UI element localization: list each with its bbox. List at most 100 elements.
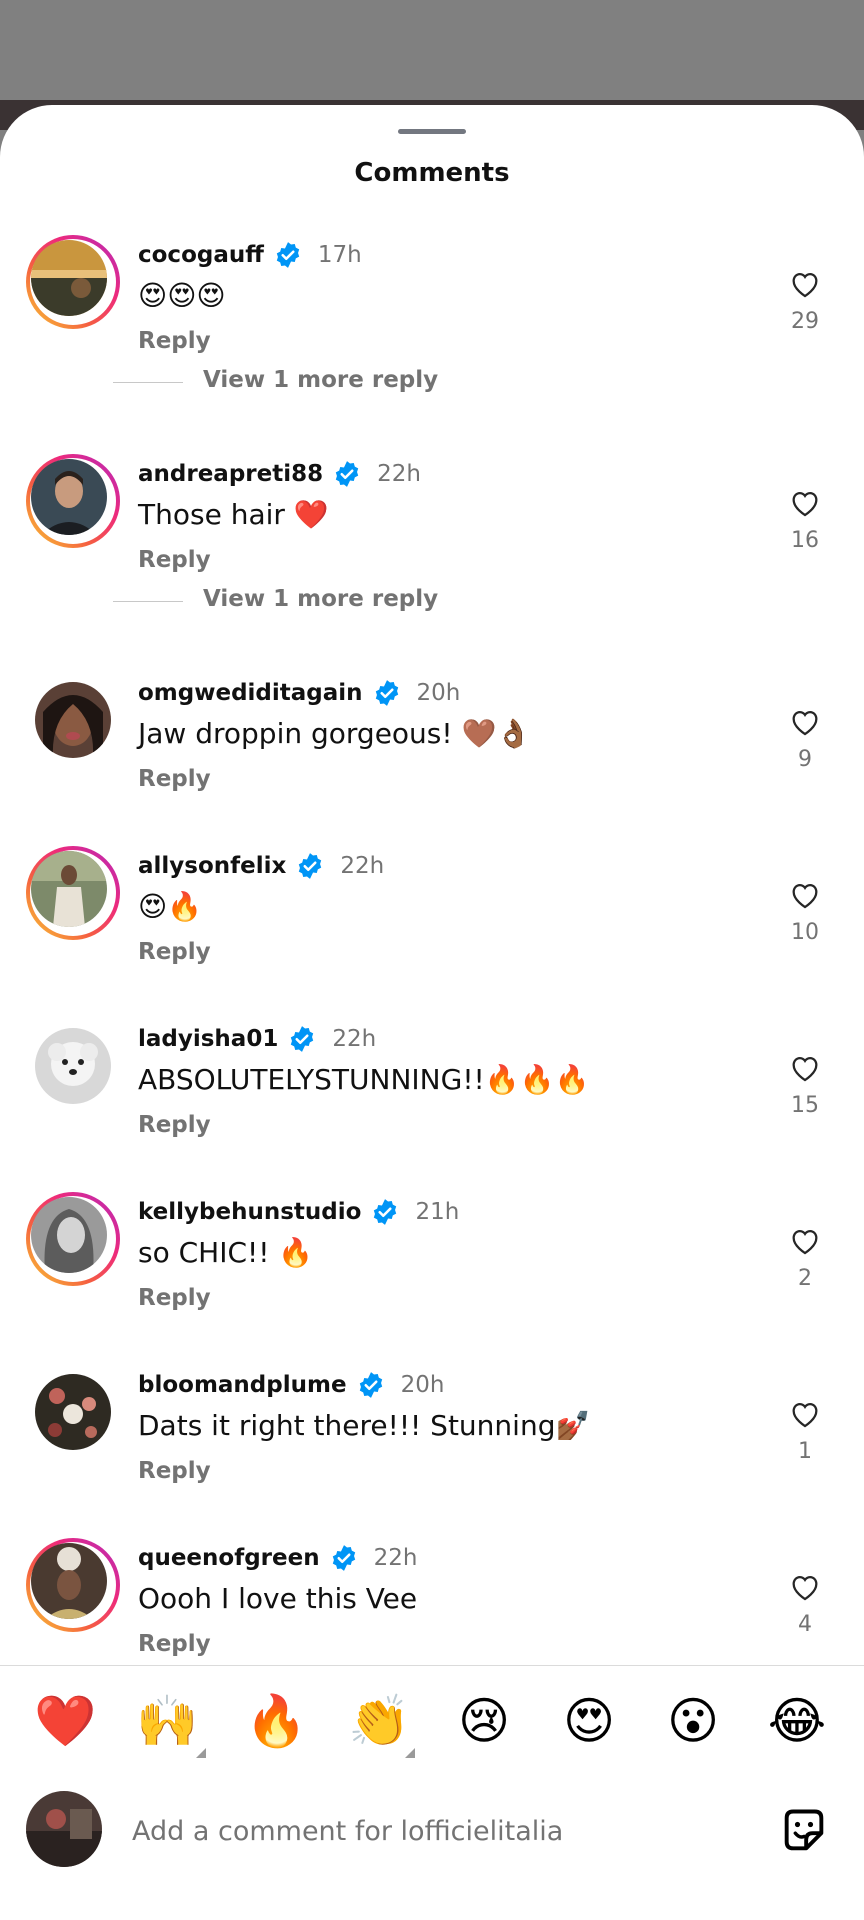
comment-timestamp: 20h — [416, 680, 461, 706]
verified-badge-icon — [332, 1545, 355, 1571]
sticker-icon[interactable] — [778, 1805, 830, 1857]
comment-username[interactable]: allysonfelix — [138, 853, 286, 879]
view-more-label[interactable]: View 1 more reply — [203, 586, 438, 612]
like-count: 1 — [798, 1439, 812, 1464]
reaction-crying-face[interactable]: 😢 — [453, 1690, 515, 1752]
comment-timestamp: 17h — [317, 242, 362, 268]
like-count: 29 — [791, 309, 819, 334]
reply-button[interactable]: Reply — [138, 1631, 211, 1657]
like-button[interactable]: 2 — [783, 1224, 827, 1304]
reaction-fire[interactable]: 🔥 — [245, 1690, 307, 1752]
comment-item: cocogauff 17h 😍😍😍 Reply 29 — [0, 235, 864, 385]
like-count: 16 — [791, 528, 819, 553]
comment-username[interactable]: bloomandplume — [138, 1372, 347, 1398]
comment-text: 😍😍😍 — [138, 279, 226, 312]
comments-sheet: Comments cocogauff 17h 😍😍😍 Reply 29 View… — [0, 105, 864, 1920]
verified-badge-icon — [276, 242, 300, 268]
like-button[interactable]: 1 — [783, 1397, 827, 1477]
comment-timestamp: 22h — [373, 1545, 418, 1571]
verified-badge-icon — [335, 461, 359, 487]
like-count: 10 — [791, 920, 819, 945]
reply-button[interactable]: Reply — [138, 766, 211, 792]
comment-item: andreapreti88 22h Those hair ❤️ Reply 16 — [0, 454, 864, 604]
verified-badge-icon — [359, 1372, 382, 1398]
reply-button[interactable]: Reply — [138, 1458, 211, 1484]
comment-item: bloomandplume 20h Dats it right there!!!… — [0, 1365, 864, 1515]
current-user-avatar[interactable] — [26, 1791, 102, 1867]
comment-timestamp: 21h — [415, 1199, 460, 1225]
like-button[interactable]: 9 — [783, 705, 827, 785]
comment-text: Jaw droppin gorgeous! 🤎👌🏾 — [138, 717, 532, 750]
comment-username[interactable]: cocogauff — [138, 242, 264, 268]
comment-item: omgwediditagain 20h Jaw droppin gorgeous… — [0, 673, 864, 823]
reply-button[interactable]: Reply — [138, 1285, 211, 1311]
like-button[interactable]: 10 — [783, 878, 827, 958]
reaction-raising-hands[interactable]: 🙌 — [136, 1690, 198, 1752]
comment-timestamp: 22h — [332, 1026, 377, 1052]
comment-text: 😍🔥 — [138, 890, 203, 923]
comment-username[interactable]: queenofgreen — [138, 1545, 320, 1571]
quick-reactions-bar: ❤️ 🙌 🔥 👏 😢 😍 😮 😂 — [0, 1665, 864, 1776]
verified-badge-icon — [374, 1199, 397, 1225]
divider-line — [113, 601, 183, 602]
avatar[interactable] — [26, 1019, 120, 1113]
comment-text: Those hair ❤️ — [138, 498, 329, 531]
comment-timestamp: 22h — [340, 853, 385, 879]
like-button[interactable]: 15 — [783, 1051, 827, 1131]
view-more-label[interactable]: View 1 more reply — [203, 367, 438, 393]
sheet-title: Comments — [354, 158, 510, 188]
avatar[interactable] — [26, 1538, 120, 1632]
skin-tone-indicator-icon — [405, 1748, 415, 1758]
comment-username[interactable]: omgwediditagain — [138, 680, 363, 706]
avatar[interactable] — [26, 1365, 120, 1459]
heart-outline-icon — [792, 491, 818, 517]
heart-outline-icon — [792, 1402, 818, 1428]
like-count: 4 — [798, 1612, 812, 1637]
comment-timestamp: 20h — [400, 1372, 445, 1398]
avatar[interactable] — [26, 454, 120, 548]
comment-text: so CHIC!! 🔥 — [138, 1236, 314, 1269]
dimmed-background[interactable] — [0, 0, 864, 106]
reaction-heart-eyes[interactable]: 😍 — [558, 1690, 620, 1752]
like-count: 9 — [798, 747, 812, 772]
avatar[interactable] — [26, 673, 120, 767]
comment-username[interactable]: kellybehunstudio — [138, 1199, 361, 1225]
comment-username[interactable]: ladyisha01 — [138, 1026, 278, 1052]
skin-tone-indicator-icon — [196, 1748, 206, 1758]
reply-button[interactable]: Reply — [138, 1112, 211, 1138]
reaction-tears-of-joy[interactable]: 😂 — [766, 1690, 828, 1752]
reaction-red-heart[interactable]: ❤️ — [34, 1690, 96, 1752]
like-button[interactable]: 4 — [783, 1570, 827, 1650]
comment-item: ladyisha01 22h ABSOLUTELYSTUNNING!!🔥🔥🔥 R… — [0, 1019, 864, 1169]
comment-item: kellybehunstudio 21h so CHIC!! 🔥 Reply 2 — [0, 1192, 864, 1342]
like-button[interactable]: 29 — [783, 267, 827, 347]
heart-outline-icon — [792, 272, 818, 298]
heart-outline-icon — [792, 1056, 818, 1082]
comment-input[interactable] — [132, 1811, 732, 1851]
heart-outline-icon — [792, 883, 818, 909]
reply-button[interactable]: Reply — [138, 328, 211, 354]
reaction-clapping-hands[interactable]: 👏 — [348, 1690, 410, 1752]
drag-handle[interactable] — [398, 129, 466, 134]
verified-badge-icon — [299, 853, 322, 879]
like-count: 15 — [791, 1093, 819, 1118]
view-more-replies[interactable]: View 1 more reply — [113, 586, 613, 616]
like-button[interactable]: 16 — [783, 486, 827, 566]
comment-item: allysonfelix 22h 😍🔥 Reply 10 — [0, 846, 864, 996]
like-count: 2 — [798, 1266, 812, 1291]
comment-composer — [0, 1769, 864, 1919]
verified-badge-icon — [375, 680, 398, 706]
verified-badge-icon — [291, 1026, 314, 1052]
comment-username[interactable]: andreapreti88 — [138, 461, 323, 487]
comments-list[interactable]: cocogauff 17h 😍😍😍 Reply 29 View 1 more r… — [0, 235, 864, 1773]
avatar[interactable] — [26, 1192, 120, 1286]
avatar[interactable] — [26, 235, 120, 329]
reply-button[interactable]: Reply — [138, 547, 211, 573]
avatar[interactable] — [26, 846, 120, 940]
heart-outline-icon — [792, 710, 818, 736]
reply-button[interactable]: Reply — [138, 939, 211, 965]
reaction-open-mouth[interactable]: 😮 — [662, 1690, 724, 1752]
comment-text: Dats it right there!!! Stunning💅🏾 — [138, 1409, 591, 1442]
view-more-replies[interactable]: View 1 more reply — [113, 367, 613, 397]
divider-line — [113, 382, 183, 383]
